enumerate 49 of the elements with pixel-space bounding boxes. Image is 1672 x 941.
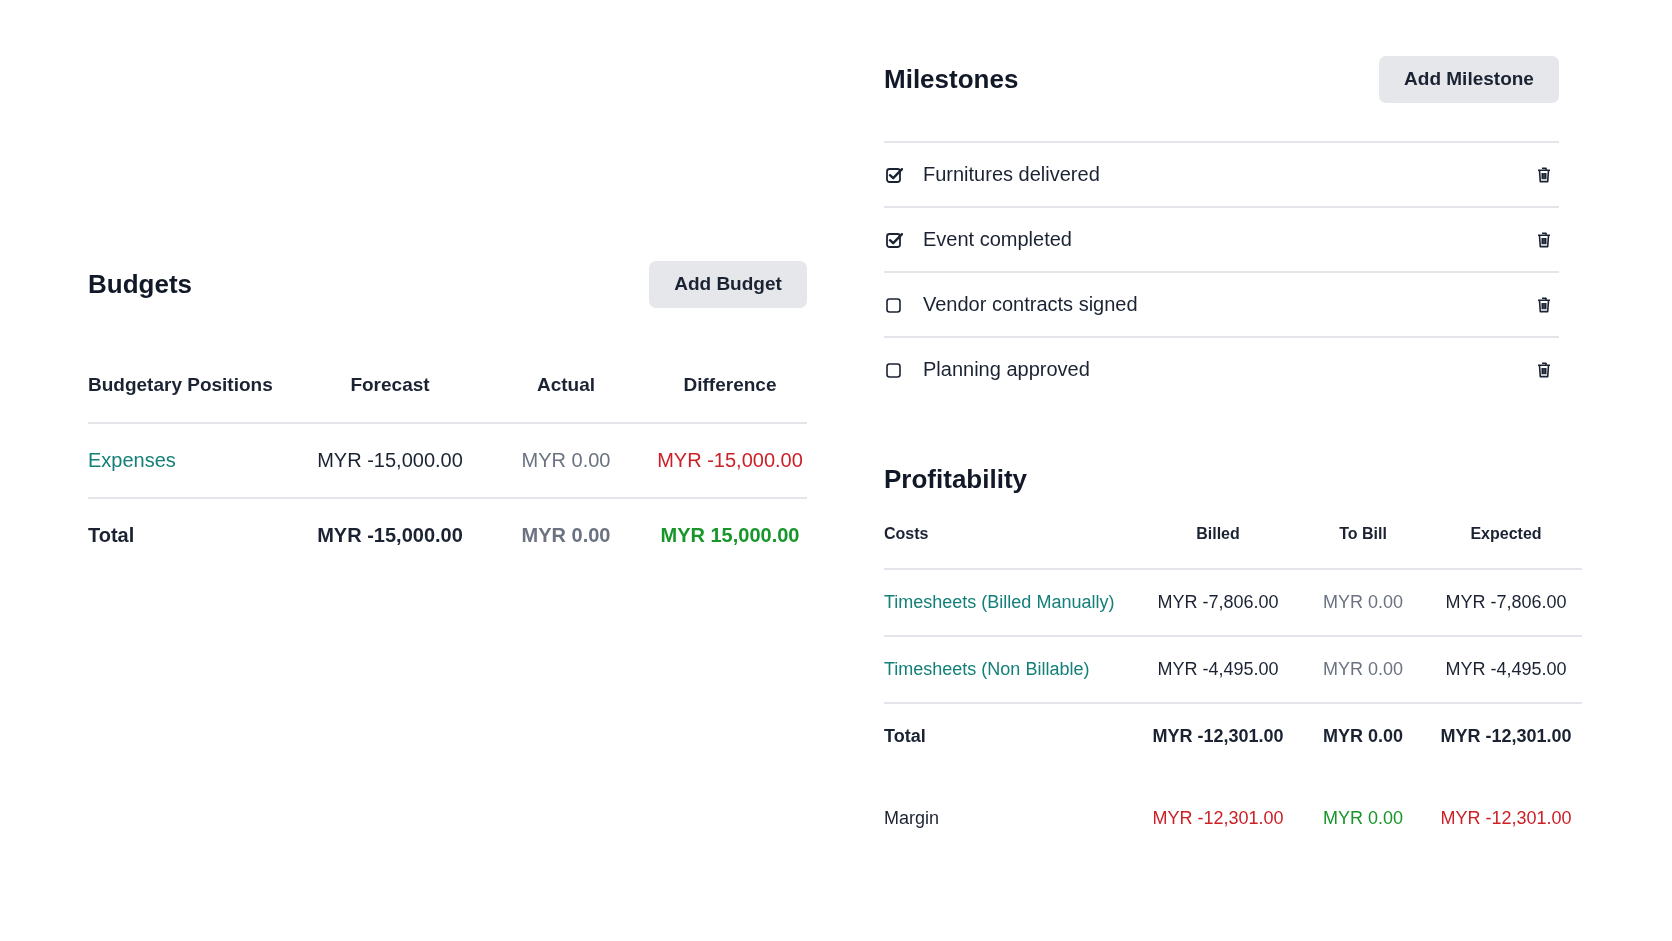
column-header: Actual xyxy=(536,374,596,396)
table-cell: MYR -15,000.00 xyxy=(317,449,463,472)
table-cell: MYR -7,806.00 xyxy=(1157,592,1279,613)
column-header: Budgetary Positions xyxy=(88,374,273,396)
cost-link[interactable]: Timesheets (Billed Manually) xyxy=(884,592,1115,613)
table-cell: MYR 0.00 xyxy=(1322,726,1403,747)
column-header: Costs xyxy=(884,525,929,543)
trash-icon[interactable] xyxy=(1537,296,1551,313)
checkbox[interactable] xyxy=(886,361,903,378)
checkbox[interactable] xyxy=(886,296,903,313)
milestone-label: Event completed xyxy=(923,228,1072,251)
table-cell: MYR 0.00 xyxy=(521,449,611,472)
cost-link[interactable]: Timesheets (Non Billable) xyxy=(884,659,1090,680)
add-milestone-button[interactable]: Add Milestone xyxy=(1379,55,1559,103)
milestone-label: Planning approved xyxy=(923,358,1090,381)
milestone-label: Furnitures delivered xyxy=(923,163,1100,186)
section-title: Profitability xyxy=(884,464,1027,494)
table-cell: MYR -12,301.00 xyxy=(1440,808,1572,829)
column-header: Forecast xyxy=(350,374,430,396)
table-cell: MYR -12,301.00 xyxy=(1152,808,1284,829)
table-cell: MYR 15,000.00 xyxy=(660,524,800,547)
table-cell: MYR 0.00 xyxy=(1322,592,1403,613)
table-cell: MYR -12,301.00 xyxy=(1152,726,1284,747)
table-cell: MYR -15,000.00 xyxy=(317,524,463,547)
table-cell: MYR 0.00 xyxy=(1322,659,1403,680)
checkbox[interactable] xyxy=(886,166,903,183)
table-cell: MYR 0.00 xyxy=(1322,808,1403,829)
column-header: Billed xyxy=(1196,525,1240,543)
trash-icon[interactable] xyxy=(1537,231,1551,248)
checkbox[interactable] xyxy=(886,231,903,248)
section-title: Milestones xyxy=(884,64,1019,94)
budget-position-link[interactable]: Expenses xyxy=(88,449,176,472)
column-header: Expected xyxy=(1470,525,1542,543)
table-cell: MYR -4,495.00 xyxy=(1445,659,1567,680)
table-cell: MYR -4,495.00 xyxy=(1157,659,1279,680)
add-budget-button[interactable]: Add Budget xyxy=(649,260,807,308)
table-cell: Total xyxy=(884,726,926,747)
column-header: To Bill xyxy=(1339,525,1387,543)
table-cell: Margin xyxy=(884,808,940,829)
table-cell: MYR -15,000.00 xyxy=(657,449,803,472)
table-cell: MYR -12,301.00 xyxy=(1440,726,1572,747)
section-title: Budgets xyxy=(88,269,192,299)
table-cell: MYR 0.00 xyxy=(521,524,611,547)
milestone-label: Vendor contracts signed xyxy=(923,293,1138,316)
column-header: Difference xyxy=(683,374,777,396)
trash-icon[interactable] xyxy=(1537,166,1551,183)
table-cell: MYR -7,806.00 xyxy=(1445,592,1567,613)
table-cell: Total xyxy=(88,524,135,547)
trash-icon[interactable] xyxy=(1537,361,1551,378)
